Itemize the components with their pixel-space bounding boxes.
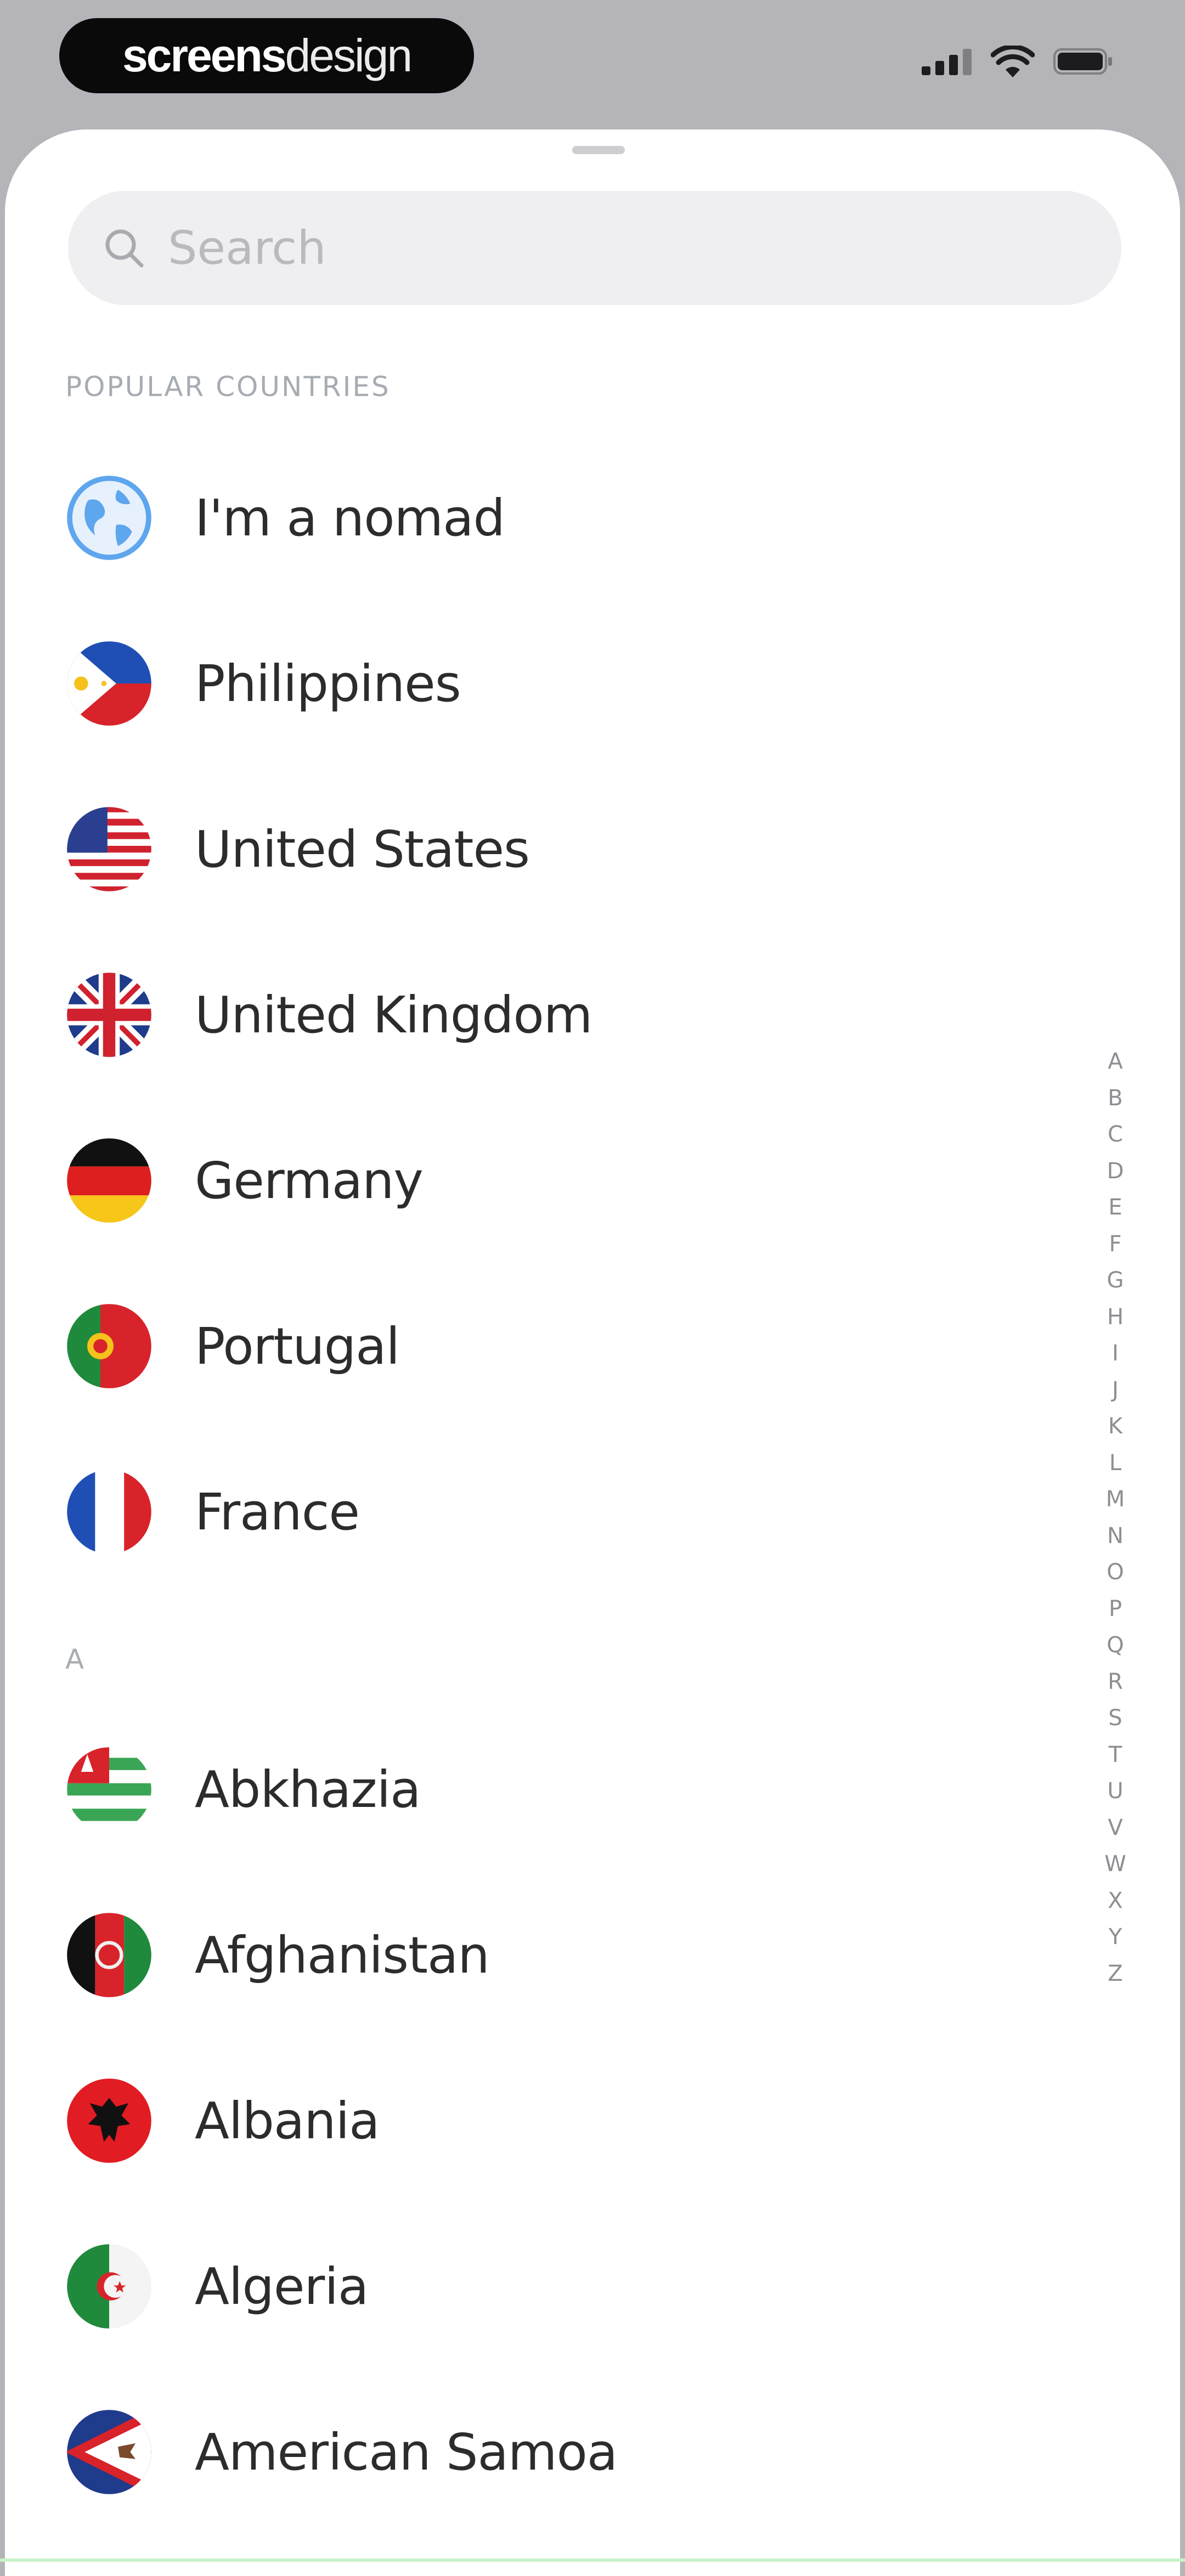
country-row-american-samoa[interactable]: American Samoa: [65, 2383, 1031, 2521]
alphabet-index-letter[interactable]: X: [1108, 1883, 1122, 1919]
country-row-label: United Kingdom: [195, 985, 592, 1044]
country-row-algeria[interactable]: Algeria: [65, 2218, 1031, 2355]
alphabet-index-letter[interactable]: H: [1107, 1299, 1124, 1336]
france-flag-icon: [67, 1470, 151, 1554]
country-row-france[interactable]: France: [65, 1443, 1031, 1580]
alphabet-index-letter[interactable]: P: [1109, 1591, 1122, 1628]
brand-logo-part-b: design: [285, 30, 413, 81]
alphabet-index-letter[interactable]: R: [1108, 1664, 1123, 1701]
albania-flag-icon: [67, 2078, 151, 2163]
alphabet-index-letter[interactable]: Y: [1109, 1919, 1122, 1956]
united-kingdom-flag-icon: [67, 973, 151, 1057]
country-row-label: Afghanistan: [195, 1925, 490, 1985]
alphabet-index-letter[interactable]: W: [1104, 1846, 1126, 1883]
battery-icon: [1053, 48, 1112, 75]
search-input[interactable]: [167, 214, 1069, 281]
country-row-label: Abkhazia: [195, 1760, 421, 1819]
wifi-icon: [991, 46, 1035, 77]
country-row-united-kingdom[interactable]: United Kingdom: [65, 946, 1031, 1083]
alphabet-index-letter[interactable]: K: [1108, 1408, 1122, 1445]
country-row-portugal[interactable]: Portugal: [65, 1278, 1031, 1415]
country-row-abkhazia[interactable]: Abkhazia: [65, 1721, 1031, 1858]
search-icon: [101, 225, 147, 271]
country-row-nomad[interactable]: I'm a nomad: [65, 449, 1031, 586]
globe-icon: [67, 476, 151, 560]
alphabet-index-letter[interactable]: Q: [1107, 1627, 1124, 1664]
country-row-label: France: [195, 1482, 360, 1541]
alphabet-index-letter[interactable]: E: [1108, 1189, 1122, 1226]
afghanistan-flag-icon: [67, 1913, 151, 1997]
country-row-label: Germany: [195, 1151, 424, 1210]
alphabet-index-letter[interactable]: V: [1108, 1810, 1122, 1846]
sheet-grabber-handle[interactable]: [572, 146, 625, 154]
popular-countries-header: POPULAR COUNTRIES: [65, 371, 391, 403]
alphabet-index-letter[interactable]: Z: [1108, 1956, 1122, 1992]
country-row-label: Albania: [195, 2091, 380, 2150]
alphabet-index-letter[interactable]: G: [1107, 1262, 1124, 1299]
alphabet-index-letter[interactable]: C: [1108, 1116, 1123, 1153]
alphabet-index[interactable]: ABCDEFGHIJKLMNOPQRSTUVWXYZ: [1099, 1043, 1132, 1992]
country-row-united-states[interactable]: United States: [65, 781, 1031, 918]
alphabet-index-letter[interactable]: F: [1109, 1226, 1121, 1263]
country-picker-sheet: POPULAR COUNTRIES I'm a nomad: [5, 129, 1180, 2576]
search-bar[interactable]: [68, 191, 1121, 305]
country-row-label: Portugal: [195, 1317, 400, 1376]
alphabet-index-letter[interactable]: I: [1112, 1335, 1119, 1372]
alphabet-index-letter[interactable]: A: [1108, 1043, 1122, 1080]
alphabet-index-letter[interactable]: N: [1107, 1518, 1124, 1555]
country-row-afghanistan[interactable]: Afghanistan: [65, 1886, 1031, 2024]
alphabet-index-letter[interactable]: L: [1109, 1445, 1121, 1482]
united-states-flag-icon: [67, 807, 151, 891]
american-samoa-flag-icon: [67, 2410, 151, 2494]
cellular-signal-icon: [922, 49, 972, 75]
alphabet-index-letter[interactable]: S: [1108, 1700, 1122, 1737]
bottom-edge-accent: [0, 2558, 1185, 2562]
alphabet-index-letter[interactable]: U: [1107, 1773, 1123, 1810]
alphabet-index-letter[interactable]: T: [1109, 1737, 1122, 1773]
country-row-label: Algeria: [195, 2257, 369, 2316]
country-row-philippines[interactable]: Philippines: [65, 615, 1031, 752]
alphabet-index-letter[interactable]: D: [1107, 1153, 1124, 1190]
brand-logo: screens design: [59, 18, 474, 93]
section-a-header: A: [65, 1643, 86, 1675]
abkhazia-flag-icon: [67, 1747, 151, 1832]
philippines-flag-icon: [67, 641, 151, 726]
country-row-germany[interactable]: Germany: [65, 1112, 1031, 1249]
alphabet-index-letter[interactable]: O: [1107, 1554, 1124, 1591]
country-row-label: American Samoa: [195, 2422, 618, 2482]
country-row-label: I'm a nomad: [195, 488, 505, 547]
alphabet-index-letter[interactable]: J: [1112, 1372, 1119, 1409]
germany-flag-icon: [67, 1138, 151, 1223]
status-bar: screens design: [0, 0, 1185, 126]
country-row-albania[interactable]: Albania: [65, 2052, 1031, 2189]
alphabet-index-letter[interactable]: M: [1106, 1481, 1125, 1518]
brand-logo-part-a: screens: [122, 30, 287, 81]
alphabet-index-letter[interactable]: B: [1108, 1080, 1122, 1117]
country-row-label: United States: [195, 820, 530, 879]
status-icons: [922, 45, 1114, 78]
algeria-flag-icon: [67, 2244, 151, 2329]
country-row-label: Philippines: [195, 654, 461, 713]
portugal-flag-icon: [67, 1304, 151, 1388]
